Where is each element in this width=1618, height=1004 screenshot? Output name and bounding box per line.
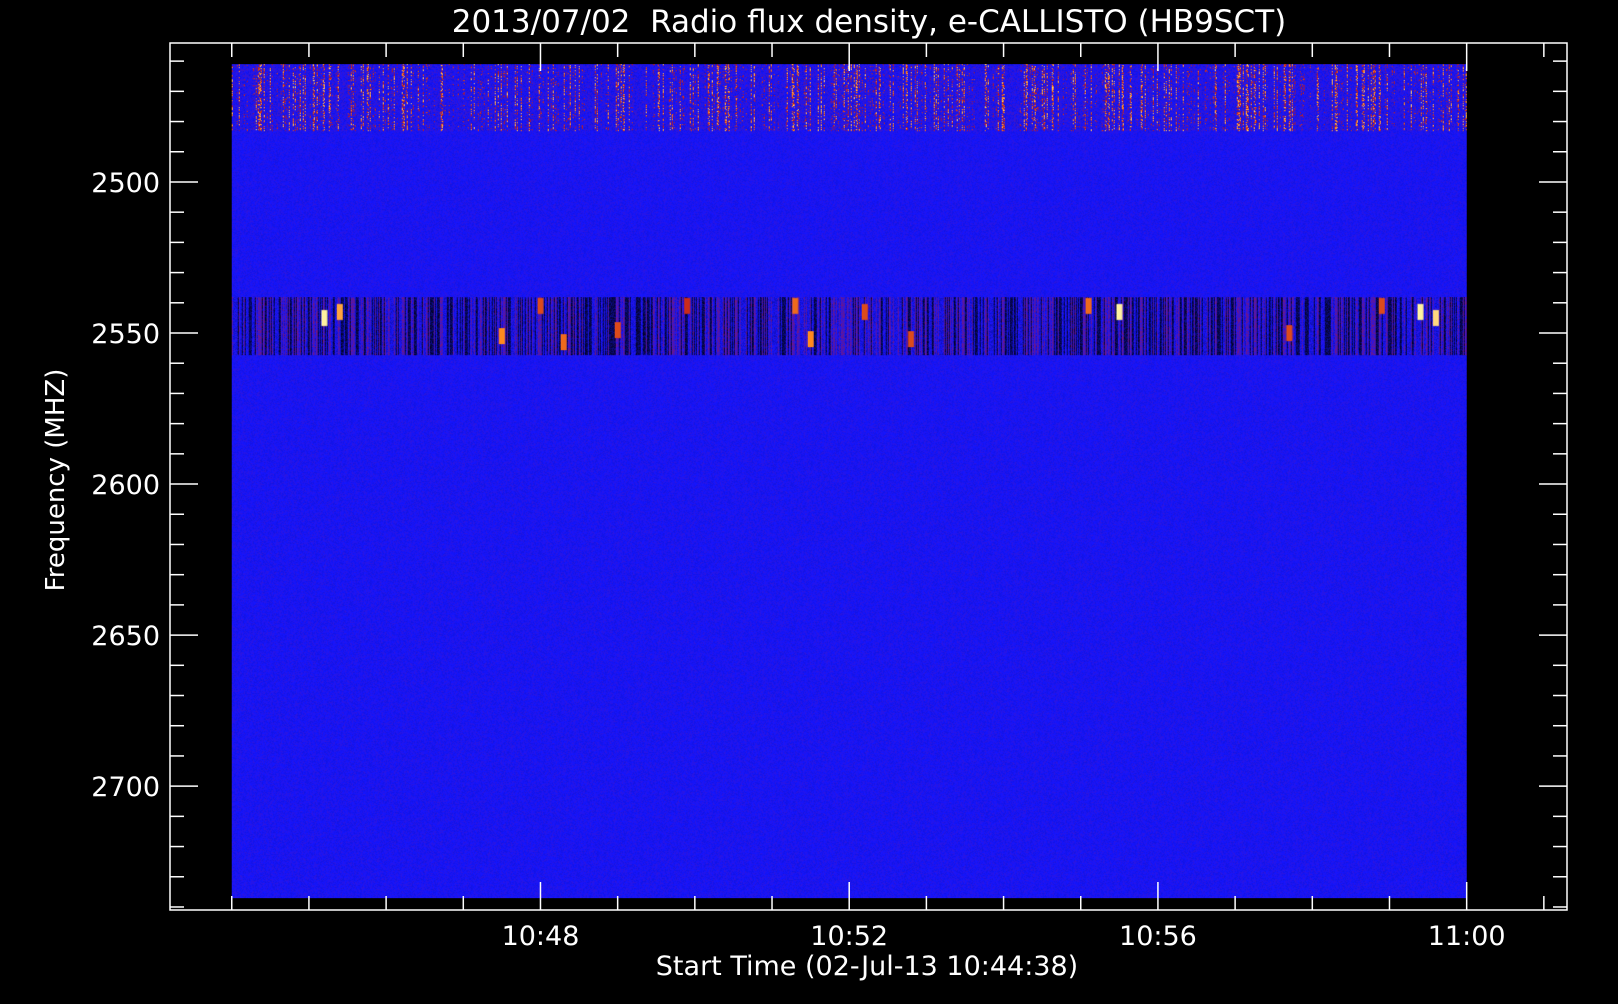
chart-root: 2013/07/02 Radio flux density, e-CALLIST… bbox=[0, 0, 1618, 1000]
chart-title: 2013/07/02 Radio flux density, e-CALLIST… bbox=[452, 4, 1287, 40]
spectrogram-chart: 2013/07/02 Radio flux density, e-CALLIST… bbox=[0, 0, 1618, 1000]
x-tick-label: 10:52 bbox=[810, 921, 888, 952]
y-tick-label: 2700 bbox=[91, 772, 160, 803]
x-tick-label: 10:56 bbox=[1119, 921, 1197, 952]
x-tick-label: 10:48 bbox=[502, 921, 580, 952]
x-axis-label: Start Time (02-Jul-13 10:44:38) bbox=[656, 951, 1078, 982]
y-tick-label: 2550 bbox=[91, 319, 160, 350]
y-tick-label: 2500 bbox=[91, 168, 160, 199]
y-axis-label: Frequency (MHZ) bbox=[41, 369, 71, 592]
y-tick-label: 2600 bbox=[91, 470, 160, 501]
spectrogram-image bbox=[231, 64, 1467, 899]
x-tick-label: 11:00 bbox=[1428, 921, 1506, 952]
y-tick-label: 2650 bbox=[91, 621, 160, 652]
